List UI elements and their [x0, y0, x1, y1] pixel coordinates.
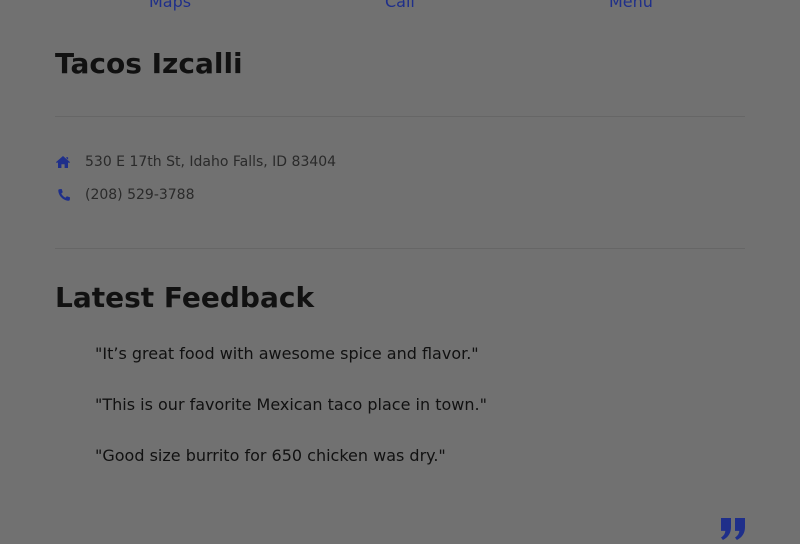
call-link[interactable]: Call [385, 0, 415, 12]
address-text: 530 E 17th St, Idaho Falls, ID 83404 [85, 154, 337, 170]
top-action-bar: Maps Call Menu [0, 0, 800, 16]
restaurant-name: Tacos Izcalli [55, 47, 243, 80]
address-row: 530 E 17th St, Idaho Falls, ID 83404 [55, 152, 336, 172]
feedback-item: "Good size burrito for 650 chicken was d… [95, 446, 446, 465]
top-divider [55, 116, 745, 117]
maps-link[interactable]: Maps [149, 0, 191, 12]
feedback-divider [55, 248, 745, 249]
home-icon [55, 154, 71, 170]
phone-text[interactable]: (208) 529-3788 [85, 185, 195, 205]
phone-icon[interactable] [55, 187, 71, 203]
feedback-item: "It’s great food with awesome spice and … [95, 344, 479, 363]
phone-row: (208) 529-3788 [55, 185, 195, 205]
quote-icon [721, 518, 746, 540]
latest-feedback-title: Latest Feedback [55, 281, 315, 314]
feedback-item: "This is our favorite Mexican taco place… [95, 395, 487, 414]
menu-link[interactable]: Menu [609, 0, 653, 12]
